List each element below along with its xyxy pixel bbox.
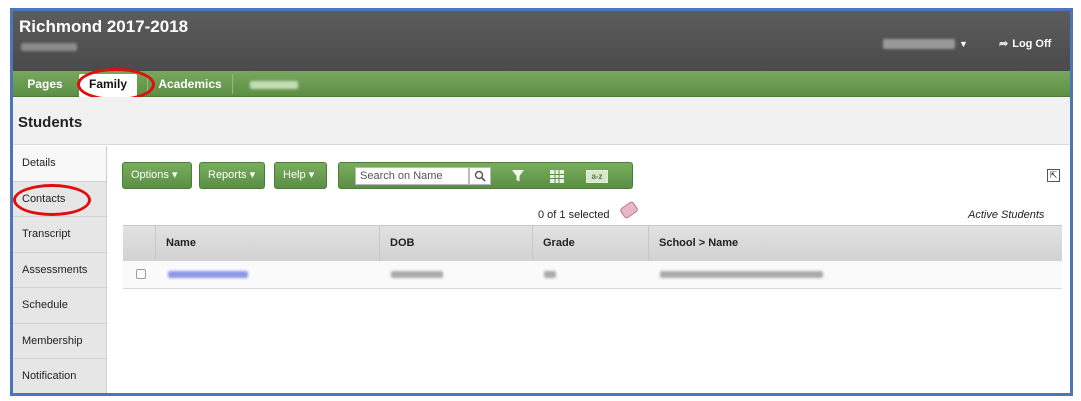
- side-item-details[interactable]: Details: [13, 146, 106, 182]
- redacted-user-name: [883, 39, 955, 49]
- eraser-icon[interactable]: [619, 200, 639, 220]
- chevron-down-icon: ▼: [959, 39, 968, 49]
- options-label: Options: [131, 169, 169, 181]
- column-divider: [379, 226, 380, 262]
- side-item-notification[interactable]: Notification: [13, 359, 106, 393]
- search-input[interactable]: [355, 167, 469, 185]
- selected-count: 0 of 1 selected: [538, 209, 610, 221]
- options-menu-button[interactable]: Options ▾: [122, 162, 192, 189]
- table-row[interactable]: [123, 261, 1062, 289]
- column-header-school[interactable]: School > Name: [659, 237, 738, 249]
- sort-az-icon: a-z: [586, 169, 608, 183]
- side-item-membership[interactable]: Membership: [13, 324, 106, 359]
- tab-academics[interactable]: Academics: [147, 74, 233, 94]
- column-header-grade[interactable]: Grade: [543, 237, 575, 249]
- column-divider: [648, 226, 649, 262]
- caret-down-icon: ▾: [171, 169, 178, 181]
- redacted-tab-label: [250, 80, 298, 89]
- redacted-school-name: [660, 271, 823, 278]
- log-off-icon: ➦: [999, 38, 1009, 50]
- column-divider: [155, 226, 156, 262]
- column-header-dob[interactable]: DOB: [390, 237, 414, 249]
- search-button[interactable]: [469, 167, 491, 185]
- side-item-assessments[interactable]: Assessments: [13, 253, 106, 288]
- active-filter-label[interactable]: Active Students: [968, 209, 1044, 221]
- sort-button[interactable]: a-z: [584, 167, 610, 185]
- help-label: Help: [283, 169, 306, 181]
- column-divider: [532, 226, 533, 262]
- page-title-bar: Students: [13, 97, 1070, 145]
- contacts-highlight-circle: [13, 184, 91, 216]
- search-tool-group: a-z: [338, 162, 633, 189]
- log-off-button[interactable]: ➦ Log Off: [999, 37, 1052, 51]
- grid-icon: [550, 169, 564, 183]
- students-table: Name DOB Grade School > Name: [123, 225, 1062, 289]
- search-icon: [474, 170, 486, 182]
- column-header-name[interactable]: Name: [166, 237, 196, 249]
- row-checkbox[interactable]: [136, 269, 146, 279]
- redacted-student-name-link[interactable]: [168, 271, 248, 278]
- columns-button[interactable]: [547, 167, 567, 185]
- school-year-title: Richmond 2017-2018: [19, 17, 189, 36]
- filter-button[interactable]: [508, 167, 528, 185]
- redacted-dob: [391, 271, 443, 278]
- popout-icon[interactable]: ⇱: [1047, 169, 1060, 182]
- help-menu-button[interactable]: Help ▾: [274, 162, 327, 189]
- app-window: Richmond 2017-2018 ▼ ➦ Log Off Pages Fam…: [10, 8, 1073, 396]
- reports-label: Reports: [208, 169, 247, 181]
- tab-redacted[interactable]: [239, 74, 309, 94]
- redacted-grade: [544, 271, 556, 278]
- table-header: Name DOB Grade School > Name: [123, 225, 1062, 262]
- redacted-user-info: [21, 43, 77, 51]
- side-item-transcript[interactable]: Transcript: [13, 217, 106, 253]
- page-title: Students: [18, 114, 83, 131]
- log-off-label: Log Off: [1012, 37, 1052, 50]
- filter-icon: [512, 170, 524, 182]
- side-item-schedule[interactable]: Schedule: [13, 288, 106, 324]
- top-header: Richmond 2017-2018 ▼ ➦ Log Off: [13, 11, 1070, 71]
- caret-down-icon: ▾: [308, 169, 315, 181]
- top-tabs: Pages Family Academics: [13, 71, 1070, 97]
- tab-pages[interactable]: Pages: [17, 74, 73, 94]
- user-menu[interactable]: ▼: [883, 39, 968, 49]
- reports-menu-button[interactable]: Reports ▾: [199, 162, 265, 189]
- caret-down-icon: ▾: [249, 169, 256, 181]
